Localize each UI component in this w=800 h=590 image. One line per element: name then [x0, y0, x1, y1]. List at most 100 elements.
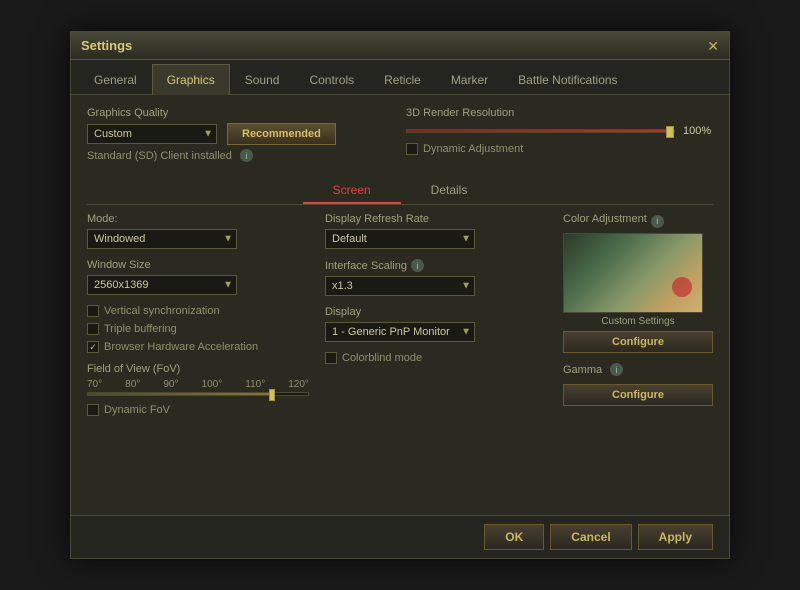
dynamic-adj-label: Dynamic Adjustment	[423, 143, 523, 155]
fov-slider-track[interactable]	[87, 392, 309, 396]
configure-gamma-button[interactable]: Configure	[563, 384, 713, 406]
ok-button[interactable]: OK	[484, 524, 544, 550]
tab-general[interactable]: General	[79, 64, 152, 95]
gamma-label: Gamma	[563, 364, 602, 376]
sub-tabs: Screen Details	[87, 178, 713, 205]
dynamic-adj-checkbox[interactable]	[406, 143, 418, 155]
window-size-label: Window Size	[87, 259, 309, 271]
render-slider-fill	[407, 130, 674, 132]
fov-70: 70°	[87, 379, 102, 390]
display-label: Display	[325, 306, 547, 318]
colorblind-label: Colorblind mode	[342, 352, 422, 364]
browser-hw-row: Browser Hardware Acceleration	[87, 341, 309, 353]
scaling-select[interactable]: x1.3	[325, 276, 475, 296]
browser-hw-checkbox[interactable]	[87, 341, 99, 353]
mode-select[interactable]: Windowed	[87, 229, 237, 249]
display-select[interactable]: 1 - Generic PnP Monitor	[325, 322, 475, 342]
mode-select-wrap: Windowed ▼	[87, 229, 237, 249]
refresh-label: Display Refresh Rate	[325, 213, 547, 225]
fov-80: 80°	[125, 379, 140, 390]
fov-90: 90°	[163, 379, 178, 390]
colorblind-row: Colorblind mode	[325, 352, 547, 364]
quality-label: Graphics Quality	[87, 107, 394, 119]
fov-100: 100°	[202, 379, 223, 390]
tab-graphics[interactable]: Graphics	[152, 64, 230, 95]
sub-tab-screen[interactable]: Screen	[303, 178, 401, 204]
refresh-select-wrap: Default ▼	[325, 229, 475, 249]
refresh-group: Display Refresh Rate Default ▼	[325, 213, 547, 249]
tab-controls[interactable]: Controls	[294, 64, 369, 95]
gamma-row: Gamma i	[563, 363, 713, 376]
color-adj-info-icon[interactable]: i	[651, 215, 664, 228]
tabs-bar: General Graphics Sound Controls Reticle …	[71, 60, 729, 95]
window-size-select-wrap: 2560x1369 ▼	[87, 275, 237, 295]
vsync-label: Vertical synchronization	[104, 305, 220, 317]
render-pct: 100%	[683, 125, 713, 137]
triple-buffer-checkbox[interactable]	[87, 323, 99, 335]
color-adj-label: Color Adjustment	[563, 213, 647, 225]
left-panel: Mode: Windowed ▼ Window Size 2560x1369	[87, 213, 309, 416]
custom-settings-label: Custom Settings	[563, 316, 713, 327]
render-slider-track[interactable]	[406, 129, 675, 133]
scaling-info-icon[interactable]: i	[411, 259, 424, 272]
refresh-select[interactable]: Default	[325, 229, 475, 249]
dynamic-fov-row: Dynamic FoV	[87, 404, 309, 416]
dialog-title: Settings	[81, 38, 132, 53]
fov-120: 120°	[288, 379, 309, 390]
scaling-label-row: Interface Scaling i	[325, 259, 547, 272]
settings-dialog: Settings ✕ General Graphics Sound Contro…	[70, 31, 730, 559]
content-area: Graphics Quality Custom ▼ Recommended St…	[71, 95, 729, 515]
tab-sound[interactable]: Sound	[230, 64, 295, 95]
right-panel: Color Adjustment i Custom Settings Confi…	[563, 213, 713, 416]
window-size-select[interactable]: 2560x1369	[87, 275, 237, 295]
render-section: 3D Render Resolution 100% Dynamic Adjust…	[406, 107, 713, 155]
fov-110: 110°	[245, 379, 265, 390]
quality-select[interactable]: Custom	[87, 124, 217, 144]
mode-label: Mode:	[87, 213, 309, 225]
main-panels: Mode: Windowed ▼ Window Size 2560x1369	[87, 213, 713, 416]
cancel-button[interactable]: Cancel	[550, 524, 631, 550]
mode-group: Mode: Windowed ▼	[87, 213, 309, 249]
recommended-button[interactable]: Recommended	[227, 123, 336, 145]
sub-tab-details[interactable]: Details	[401, 178, 498, 204]
center-panel: Display Refresh Rate Default ▼ Interface…	[325, 213, 547, 416]
display-group: Display 1 - Generic PnP Monitor ▼	[325, 306, 547, 342]
fov-section: Field of View (FoV) 70° 80° 90° 100° 110…	[87, 363, 309, 396]
fov-label: Field of View (FoV)	[87, 363, 309, 375]
apply-button[interactable]: Apply	[638, 524, 713, 550]
triple-buffer-row: Triple buffering	[87, 323, 309, 335]
colorblind-checkbox[interactable]	[325, 352, 337, 364]
tab-marker[interactable]: Marker	[436, 64, 503, 95]
color-preview	[563, 233, 703, 313]
dynamic-fov-label: Dynamic FoV	[104, 404, 170, 416]
dynamic-adj-row: Dynamic Adjustment	[406, 143, 713, 155]
fov-markers: 70° 80° 90° 100° 110° 120°	[87, 379, 309, 390]
sd-info: Standard (SD) Client installed i	[87, 149, 394, 162]
fov-slider-fill	[88, 393, 275, 395]
gamma-info-icon[interactable]: i	[610, 363, 623, 376]
dynamic-fov-checkbox[interactable]	[87, 404, 99, 416]
tab-reticle[interactable]: Reticle	[369, 64, 436, 95]
close-button[interactable]: ✕	[707, 39, 719, 53]
sd-label: Standard (SD) Client installed	[87, 150, 232, 162]
gamma-group: Gamma i Configure	[563, 363, 713, 406]
vsync-checkbox[interactable]	[87, 305, 99, 317]
configure-color-button[interactable]: Configure	[563, 331, 713, 353]
scaling-label: Interface Scaling	[325, 260, 407, 272]
sd-info-icon[interactable]: i	[240, 149, 253, 162]
title-bar: Settings ✕	[71, 32, 729, 60]
scaling-group: Interface Scaling i x1.3 ▼	[325, 259, 547, 296]
render-slider-row: 100%	[406, 125, 713, 137]
browser-hw-label: Browser Hardware Acceleration	[104, 341, 258, 353]
window-size-group: Window Size 2560x1369 ▼	[87, 259, 309, 295]
scaling-select-wrap: x1.3 ▼	[325, 276, 475, 296]
tab-battle-notifications[interactable]: Battle Notifications	[503, 64, 632, 95]
display-select-wrap: 1 - Generic PnP Monitor ▼	[325, 322, 475, 342]
quality-select-wrap: Custom ▼	[87, 124, 217, 144]
vsync-row: Vertical synchronization	[87, 305, 309, 317]
footer: OK Cancel Apply	[71, 515, 729, 558]
color-adj-group: Color Adjustment i Custom Settings Confi…	[563, 213, 713, 353]
fov-slider-thumb	[269, 389, 275, 401]
render-label: 3D Render Resolution	[406, 107, 713, 119]
render-slider-thumb	[666, 126, 674, 138]
